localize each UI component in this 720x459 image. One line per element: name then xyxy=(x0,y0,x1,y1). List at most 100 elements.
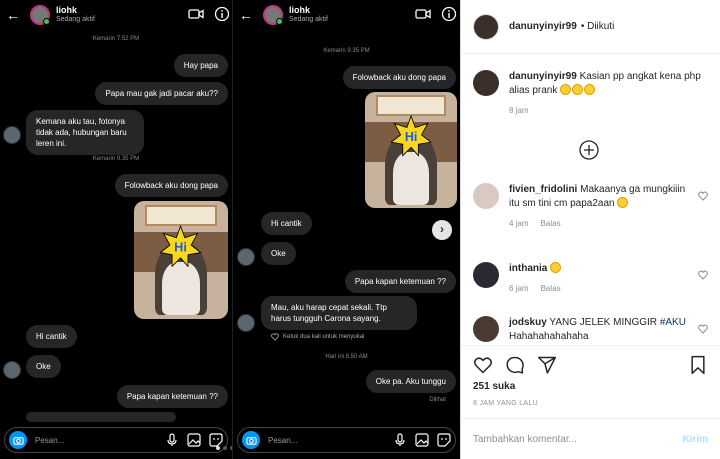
comment-time: 4 jam xyxy=(509,219,529,228)
sent-message[interactable]: Hay papa xyxy=(173,54,228,77)
comment: fivien_fridolini Makaanya ga mungkiiin i… xyxy=(473,183,708,231)
camera-button[interactable] xyxy=(9,431,27,449)
comment-input[interactable]: Tambahkan komentar... xyxy=(473,434,682,445)
timestamp: Kemarin 9.35 PM xyxy=(92,156,140,162)
comment-username[interactable]: fivien_fridolini xyxy=(509,184,577,195)
avatar[interactable] xyxy=(473,316,499,342)
svg-text:Hi: Hi xyxy=(405,130,418,144)
seen-status: Dilihat xyxy=(429,397,446,403)
chat-username[interactable]: liohk xyxy=(289,5,328,16)
sent-photo[interactable]: Hi xyxy=(365,92,457,208)
avatar[interactable] xyxy=(473,262,499,288)
back-arrow-icon[interactable]: ← xyxy=(239,7,253,23)
dm-panel-2: ← liohk Sedang aktif Kemarin 9.35 PM Fol… xyxy=(232,0,460,459)
like-count[interactable]: 251 suka xyxy=(473,381,515,392)
avatar[interactable] xyxy=(263,5,283,25)
reply-link[interactable]: Balas xyxy=(541,219,561,228)
video-call-icon[interactable] xyxy=(188,6,204,22)
avatar[interactable] xyxy=(30,5,50,25)
comment-text-2: Hahahahahahaha xyxy=(509,331,589,342)
share-icon[interactable] xyxy=(537,355,557,375)
online-dot xyxy=(43,18,50,25)
post-header: danunyinyir99 • Diikuti xyxy=(461,0,720,54)
emoji-icon xyxy=(617,197,629,208)
load-more-comments-icon[interactable] xyxy=(579,140,599,160)
gallery-icon[interactable] xyxy=(415,433,429,447)
dm-header: ← liohk Sedang aktif xyxy=(0,0,232,30)
hi-sticker-icon: Hi xyxy=(159,224,203,268)
sent-message[interactable]: Folowback aku dong papa xyxy=(342,66,456,89)
message-composer: Pesan... xyxy=(237,427,456,453)
sticker-icon[interactable] xyxy=(209,433,223,447)
follow-status[interactable]: • Diikuti xyxy=(581,21,615,32)
comment-username[interactable]: jodskuy xyxy=(509,317,547,328)
info-icon[interactable] xyxy=(441,6,457,22)
avatar[interactable] xyxy=(473,183,499,209)
double-tap-hint: Ketuk dua kali untuk menyukai xyxy=(271,333,364,341)
sticker-icon[interactable] xyxy=(437,433,451,447)
comment-bubble-icon[interactable] xyxy=(505,355,525,375)
back-arrow-icon[interactable]: ← xyxy=(6,7,20,23)
avatar[interactable] xyxy=(473,13,499,40)
post-time: 8 JAM YANG LALU xyxy=(473,400,538,407)
next-arrow-button[interactable]: › xyxy=(432,220,452,240)
post-actions xyxy=(473,354,708,376)
dm-header: ← liohk Sedang aktif xyxy=(233,0,460,30)
like-comment-heart-icon[interactable] xyxy=(698,270,708,280)
sender-avatar xyxy=(237,314,255,332)
caption-username[interactable]: danunyinyir99 xyxy=(509,71,577,82)
post-username[interactable]: danunyinyir99 xyxy=(509,21,577,32)
info-icon[interactable] xyxy=(214,6,230,22)
received-message[interactable]: Hi cantik xyxy=(261,212,312,235)
sent-message[interactable]: Papa mau gak jadi pacar aku?? xyxy=(95,82,228,105)
chat-status: Sedang aktif xyxy=(56,16,95,24)
submit-comment-button[interactable]: Kirim xyxy=(682,434,708,445)
sent-photo[interactable]: Hi xyxy=(134,201,228,319)
instagram-post-panel: danunyinyir99 • Diikuti danunyinyir99 Ka… xyxy=(460,0,720,459)
divider xyxy=(461,345,720,346)
camera-icon xyxy=(12,436,24,445)
sender-avatar xyxy=(237,248,255,266)
caption: danunyinyir99 Kasian pp angkat kena php … xyxy=(473,70,708,118)
like-comment-heart-icon[interactable] xyxy=(698,324,708,334)
microphone-icon[interactable] xyxy=(165,433,179,447)
screenshot-collage: ← liohk Sedang aktif Kemarin 7.52 PM Hay… xyxy=(0,0,720,459)
chat-username[interactable]: liohk xyxy=(56,5,95,16)
sent-message[interactable]: Oke pa. Aku tunggu xyxy=(365,370,456,393)
reply-link[interactable]: Balas xyxy=(541,284,561,293)
like-heart-icon[interactable] xyxy=(473,355,493,375)
camera-button[interactable] xyxy=(242,431,260,449)
gallery-icon[interactable] xyxy=(187,433,201,447)
received-message[interactable]: Mau, aku harap cepat sekali. Ttp harus t… xyxy=(261,296,417,330)
comment-username[interactable]: inthania xyxy=(509,263,547,274)
sent-message[interactable]: Papa kapan ketemuan ?? xyxy=(116,385,228,408)
video-call-icon[interactable] xyxy=(415,6,431,22)
emoji-icon xyxy=(550,262,562,273)
message-composer: Pesan... xyxy=(4,427,228,453)
received-message[interactable]: Oke xyxy=(261,242,296,265)
emoji-icon xyxy=(572,84,584,95)
emoji-icon xyxy=(584,84,596,95)
message-input[interactable]: Pesan... xyxy=(35,436,157,445)
microphone-icon[interactable] xyxy=(393,433,407,447)
comment: jodskuy YANG JELEK MINGGIR #AKU Hahahaha… xyxy=(473,316,708,344)
like-comment-heart-icon[interactable] xyxy=(698,191,708,201)
received-message[interactable]: Kemana aku tau, fotonya tidak ada, hubun… xyxy=(26,110,144,155)
heart-icon[interactable] xyxy=(271,333,279,341)
dm-panel-1: ← liohk Sedang aktif Kemarin 7.52 PM Hay… xyxy=(0,0,232,459)
message-input[interactable]: Pesan... xyxy=(268,436,385,445)
hashtag-link[interactable]: #AKU xyxy=(660,317,686,328)
sent-message[interactable]: Papa kapan ketemuan ?? xyxy=(344,270,456,293)
sent-message[interactable]: Folowback aku dong papa xyxy=(114,174,228,197)
caption-time: 8 jam xyxy=(509,106,529,115)
bookmark-icon[interactable] xyxy=(688,355,708,375)
chat-status: Sedang aktif xyxy=(289,16,328,24)
received-message[interactable]: Oke xyxy=(26,355,61,378)
hi-sticker-icon: Hi xyxy=(390,115,432,157)
svg-text:Hi: Hi xyxy=(175,239,188,254)
timestamp: Kemarin 9.35 PM xyxy=(323,48,370,54)
received-message[interactable]: Hi cantik xyxy=(26,325,77,348)
online-dot xyxy=(276,18,283,25)
avatar[interactable] xyxy=(473,70,499,96)
comment: inthania 6 jam Balas xyxy=(473,262,708,296)
